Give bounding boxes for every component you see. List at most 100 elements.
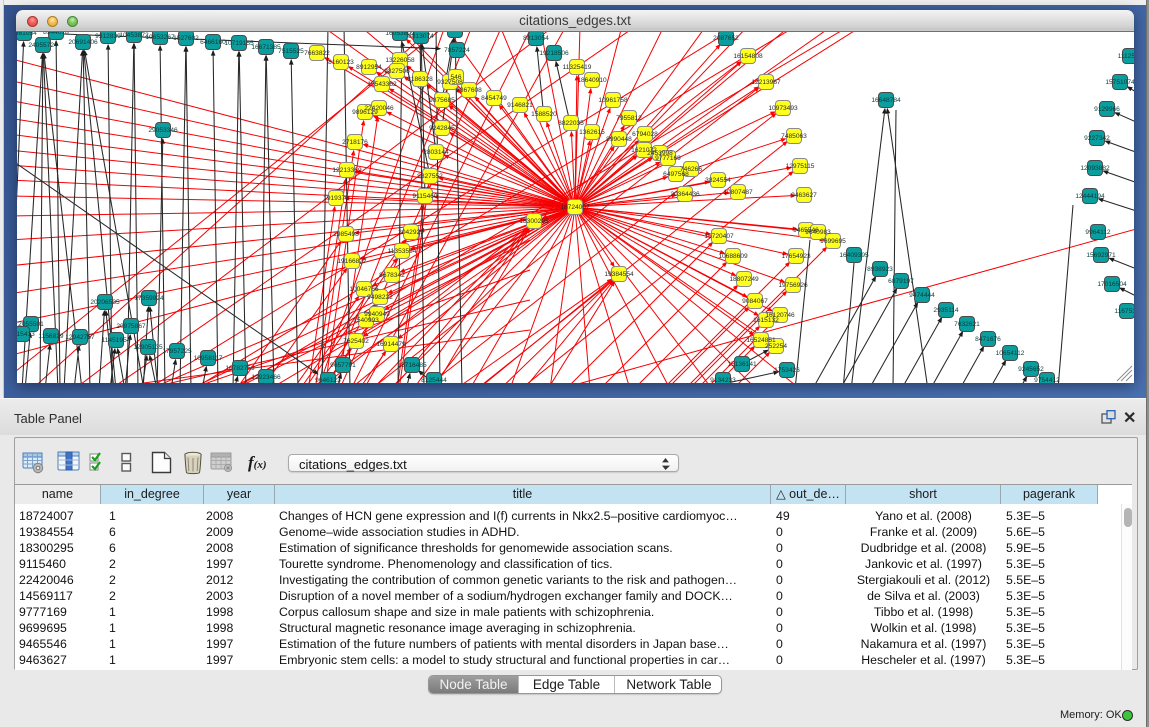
- svg-text:9964112: 9964112: [1085, 229, 1111, 236]
- svg-text:9134233: 9134233: [710, 377, 736, 383]
- svg-text:10654112: 10654112: [996, 350, 1025, 357]
- svg-text:8938923: 8938923: [867, 266, 893, 273]
- svg-text:20975867: 20975867: [116, 323, 146, 330]
- svg-text:8813074: 8813074: [408, 33, 434, 40]
- svg-text:18724007: 18724007: [560, 204, 590, 211]
- svg-text:3824554: 3824554: [705, 177, 731, 184]
- svg-text:15720407: 15720407: [704, 233, 734, 240]
- svg-text:7632621: 7632621: [954, 321, 980, 328]
- svg-text:17957225: 17957225: [162, 348, 192, 355]
- svg-text:9327506: 9327506: [384, 68, 410, 75]
- svg-text:9646123: 9646123: [315, 377, 341, 383]
- svg-text:9474444: 9474444: [909, 292, 935, 299]
- svg-text:16914479: 16914479: [376, 341, 406, 348]
- svg-text:9699695: 9699695: [820, 238, 846, 245]
- svg-text:17359924: 17359924: [134, 295, 164, 302]
- svg-text:8471676: 8471676: [975, 336, 1001, 343]
- svg-text:8944018: 8944018: [43, 32, 69, 36]
- svg-text:9245652: 9245652: [1018, 366, 1044, 373]
- svg-text:8822035: 8822035: [558, 120, 584, 127]
- svg-text:1540993: 1540993: [353, 317, 379, 324]
- svg-text:24055724: 24055724: [28, 42, 58, 49]
- svg-text:10688609: 10688609: [718, 253, 748, 260]
- svg-text:8125444: 8125444: [421, 377, 447, 383]
- svg-text:12444194: 12444194: [1075, 193, 1105, 200]
- svg-text:1527602: 1527602: [173, 35, 199, 42]
- svg-text:13226058: 13226058: [385, 57, 415, 64]
- svg-text:2718176: 2718176: [342, 139, 368, 146]
- svg-text:1156829: 1156829: [38, 333, 64, 340]
- svg-text:20206535: 20206535: [90, 299, 120, 306]
- svg-text:12942757: 12942757: [65, 334, 95, 341]
- svg-text:8678342: 8678342: [379, 272, 405, 279]
- svg-text:7625402: 7625402: [343, 338, 369, 345]
- svg-text:10719155: 10719155: [224, 40, 254, 47]
- svg-text:2867608: 2867608: [456, 87, 482, 94]
- svg-text:15692971: 15692971: [1086, 252, 1116, 259]
- svg-text:29053346: 29053346: [148, 127, 178, 134]
- svg-text:6879197: 6879197: [888, 278, 914, 285]
- svg-text:16648784: 16648784: [871, 97, 901, 104]
- svg-text:15136141: 15136141: [727, 361, 757, 368]
- svg-text:8613054: 8613054: [442, 32, 468, 34]
- svg-text:17654923: 17654923: [781, 253, 811, 260]
- svg-text:10958117: 10958117: [194, 355, 223, 362]
- svg-text:9084067: 9084067: [742, 298, 768, 305]
- svg-text:20364436: 20364436: [670, 191, 700, 198]
- svg-text:16543362: 16543362: [367, 81, 397, 88]
- svg-text:19166827: 19166827: [337, 258, 367, 265]
- svg-text:9777169: 9777169: [655, 155, 681, 162]
- svg-text:1167533: 1167533: [1114, 308, 1134, 315]
- svg-text:19384554: 19384554: [604, 271, 634, 278]
- svg-text:8813054: 8813054: [523, 35, 549, 42]
- svg-text:2042929: 2042929: [398, 229, 424, 236]
- svg-text:15751074: 15751074: [1105, 79, 1134, 86]
- svg-text:9498222: 9498222: [367, 294, 393, 301]
- svg-text:11451954: 11451954: [102, 337, 131, 344]
- svg-text:9242845: 9242845: [429, 125, 455, 132]
- svg-text:2803144: 2803144: [423, 149, 449, 156]
- svg-text:10653267: 10653267: [145, 34, 175, 41]
- svg-text:9875685: 9875685: [429, 97, 455, 104]
- svg-text:7663822: 7663822: [304, 50, 330, 57]
- svg-text:8912954: 8912954: [356, 64, 382, 71]
- svg-text:1588520: 1588520: [531, 111, 557, 118]
- svg-text:2935114: 2935114: [933, 307, 959, 314]
- svg-text:16671385: 16671385: [251, 44, 281, 51]
- svg-text:16782759: 16782759: [225, 365, 255, 372]
- svg-text:15716485: 15716485: [397, 362, 427, 369]
- svg-text:7515525: 7515525: [278, 48, 304, 55]
- svg-text:8186328: 8186328: [407, 76, 433, 83]
- svg-text:9115460: 9115460: [412, 193, 438, 200]
- svg-text:10046766: 10046766: [349, 286, 379, 293]
- svg-text:12093882: 12093882: [1080, 165, 1110, 172]
- svg-text:9146821: 9146821: [507, 102, 533, 109]
- svg-text:9227342: 9227342: [1084, 135, 1110, 142]
- svg-text:9896129: 9896129: [352, 109, 378, 116]
- svg-text:7857224: 7857224: [444, 47, 470, 54]
- svg-text:9312839: 9312839: [95, 33, 121, 40]
- svg-text:12975115: 12975115: [786, 163, 815, 170]
- svg-text:12213369: 12213369: [332, 167, 362, 174]
- svg-text:16409395: 16409395: [839, 252, 869, 259]
- svg-text:17016504: 17016504: [1097, 281, 1127, 288]
- svg-text:7955812: 7955812: [616, 115, 642, 122]
- svg-text:19756926: 19756926: [778, 282, 808, 289]
- svg-text:1985498: 1985498: [333, 231, 359, 238]
- svg-text:1112504: 1112504: [1118, 53, 1134, 60]
- svg-text:1362615: 1362615: [579, 129, 605, 136]
- svg-text:1861054: 1861054: [17, 32, 37, 37]
- svg-text:18640910: 18640910: [577, 77, 607, 84]
- svg-text:252254: 252254: [765, 343, 787, 350]
- svg-text:9754412: 9754412: [1034, 377, 1060, 383]
- svg-text:6497568: 6497568: [663, 171, 689, 178]
- svg-text:11325419: 11325419: [563, 64, 592, 71]
- svg-text:1753426: 1753426: [774, 367, 800, 374]
- svg-text:10961758: 10961758: [598, 97, 628, 104]
- svg-text:9640983: 9640983: [805, 229, 831, 236]
- svg-text:19218506: 19218506: [539, 50, 569, 57]
- svg-text:10973493: 10973493: [768, 105, 798, 112]
- svg-text:12905135: 12905135: [133, 344, 163, 351]
- svg-text:12213967: 12213967: [751, 79, 781, 86]
- svg-text:2087652: 2087652: [713, 35, 739, 42]
